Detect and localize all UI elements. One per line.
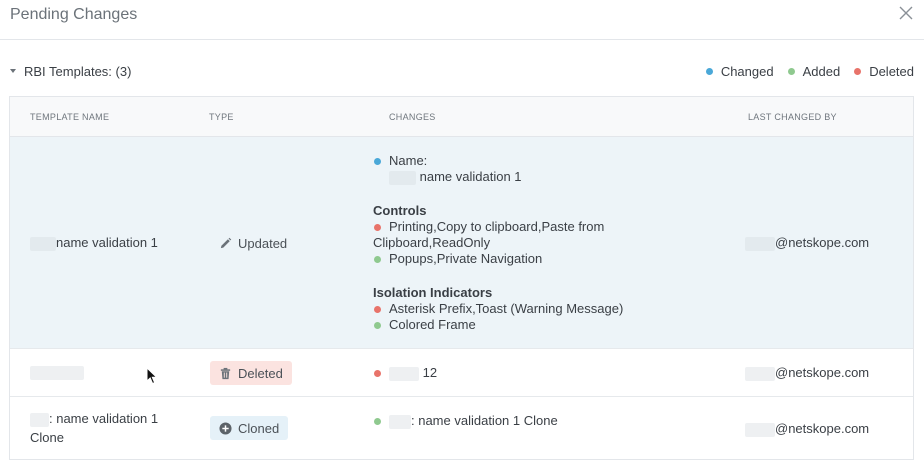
changes-list: 12 [373, 365, 643, 381]
change-item-deleted: 12 [373, 365, 643, 381]
legend-label: Added [802, 64, 841, 79]
change-item-deleted: Printing,Copy to clipboard,Paste from [373, 219, 643, 235]
close-icon[interactable] [898, 5, 914, 21]
status-badge-cloned: Cloned [210, 416, 289, 440]
template-name-text: : name validation 1 [49, 411, 159, 426]
deleted-dot-icon [374, 306, 381, 314]
change-text: Asterisk Prefix,Toast (Warning Message) [389, 301, 624, 317]
change-item-added: Colored Frame [373, 317, 643, 333]
change-group-title: Isolation Indicators [373, 284, 493, 300]
changed-by-text: @netskope.com [775, 365, 870, 380]
section-header: RBI Templates: (3) Changed Added Deleted [10, 64, 914, 82]
column-header-template-name[interactable]: TEMPLATE NAME [30, 112, 109, 122]
change-text: Printing,Copy to clipboard,Paste from [389, 218, 605, 234]
legend-label: Changed [720, 64, 774, 79]
change-item-added: : name validation 1 Clone [373, 413, 643, 429]
changed-by-text: @netskope.com [775, 235, 870, 250]
changes-list: Name: name validation 1 Controls Printin… [373, 153, 643, 334]
change-value: name validation 1 [373, 169, 643, 185]
change-text: Colored Frame [389, 317, 476, 333]
template-name: name validation 1 [30, 235, 158, 251]
column-header-changes[interactable]: CHANGES [389, 112, 436, 122]
redacted-text [745, 236, 775, 251]
legend-deleted: Deleted [854, 64, 914, 79]
deleted-dot-icon [854, 68, 862, 75]
change-item-added: Popups,Private Navigation [373, 251, 643, 267]
column-header-type[interactable]: TYPE [209, 112, 234, 122]
deleted-dot-icon [374, 223, 381, 231]
changed-by: @netskope.com [745, 421, 869, 437]
change-group-title: Controls [373, 202, 427, 218]
pending-changes-table: TEMPLATE NAME TYPE CHANGES LAST CHANGED … [9, 96, 914, 460]
legend-label: Deleted [869, 64, 914, 79]
status-badge-deleted: Deleted [210, 361, 292, 385]
template-name-line: : name validation 1 [30, 409, 158, 428]
legend-added: Added [787, 64, 841, 79]
change-item-deleted-continued: Clipboard,ReadOnly [373, 235, 491, 251]
legend-changed: Changed [705, 64, 774, 79]
changed-by: @netskope.com [745, 235, 869, 251]
dialog-title: Pending Changes [10, 6, 138, 23]
changed-by: @netskope.com [745, 365, 869, 381]
template-name-text: name validation 1 [56, 235, 158, 250]
table-row[interactable]: : name validation 1 Clone Cloned : name … [10, 397, 913, 459]
changes-list: : name validation 1 Clone [373, 413, 643, 429]
table-header: TEMPLATE NAME TYPE CHANGES LAST CHANGED … [10, 97, 913, 137]
plus-circle-icon [219, 421, 232, 435]
pencil-icon [220, 237, 232, 248]
added-dot-icon [374, 256, 381, 264]
added-dot-icon [374, 322, 381, 330]
change-item-changed: Name: [373, 153, 643, 169]
change-item-deleted: Asterisk Prefix,Toast (Warning Message) [373, 301, 643, 317]
template-name [30, 364, 84, 380]
redacted-text [30, 236, 56, 251]
change-value-text: name validation 1 [419, 169, 522, 185]
dialog-header: Pending Changes [0, 0, 924, 40]
redacted-text [745, 422, 775, 437]
template-name-line: Clone [30, 430, 64, 445]
redacted-text [389, 170, 416, 185]
change-text: : name validation 1 Clone [411, 413, 558, 428]
redacted-text [745, 366, 775, 381]
added-dot-icon [374, 418, 381, 425]
column-header-last-changed-by[interactable]: LAST CHANGED BY [748, 112, 837, 122]
mouse-cursor-icon [146, 367, 158, 385]
deleted-dot-icon [374, 370, 381, 377]
change-label: Name: [389, 153, 428, 168]
redacted-text [389, 414, 411, 429]
changed-dot-icon [374, 158, 381, 165]
change-text: Popups,Private Navigation [389, 251, 543, 267]
status-badge-updated: Updated [210, 231, 296, 255]
badge-label: Deleted [238, 365, 283, 381]
redacted-text [30, 412, 49, 427]
changed-by-text: @netskope.com [775, 421, 870, 436]
badge-label: Updated [238, 235, 288, 251]
redacted-text [389, 366, 419, 381]
section-label[interactable]: RBI Templates: (3) [24, 64, 131, 79]
badge-label: Cloned [238, 420, 280, 436]
change-text: 12 [422, 365, 438, 380]
trash-icon [220, 367, 231, 379]
collapse-caret-icon[interactable] [10, 69, 16, 73]
template-name: : name validation 1 Clone [30, 409, 158, 447]
legend: Changed Added Deleted [692, 64, 914, 79]
table-row[interactable]: name validation 1 Updated Name: name val… [10, 137, 913, 349]
redacted-text [30, 365, 84, 380]
changed-dot-icon [705, 68, 713, 75]
added-dot-icon [787, 68, 795, 75]
